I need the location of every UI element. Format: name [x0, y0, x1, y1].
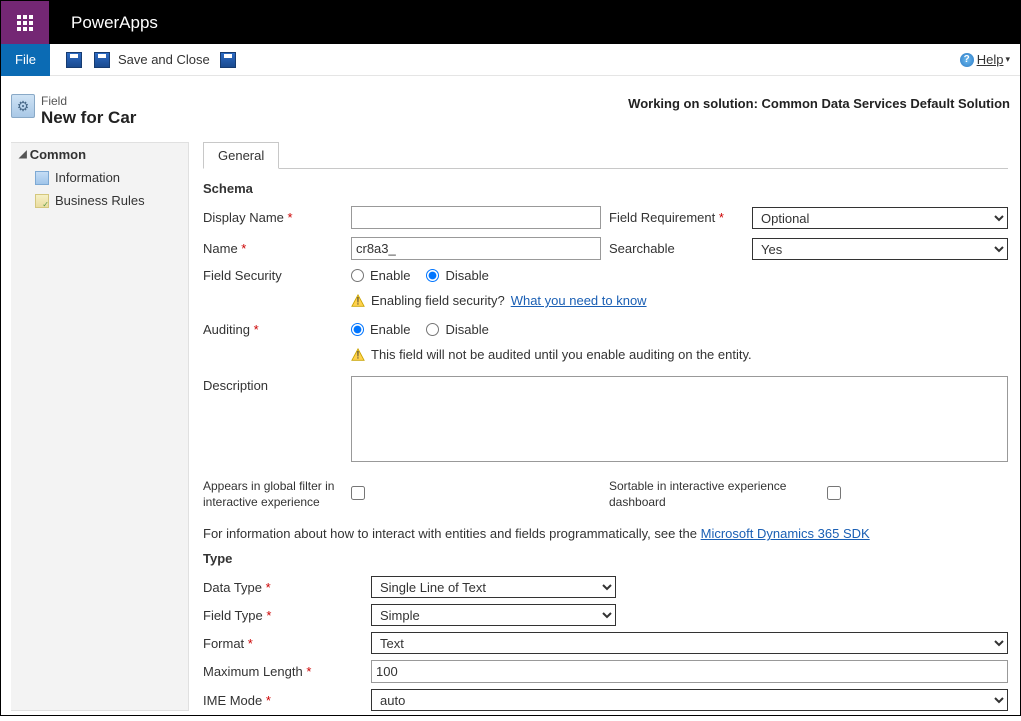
- max-length-label: Maximum Length: [203, 664, 363, 679]
- sdk-link[interactable]: Microsoft Dynamics 365 SDK: [701, 526, 870, 541]
- save-close-icon: [94, 52, 110, 68]
- field-type-label: Field Type: [203, 608, 363, 623]
- svg-text:!: !: [356, 295, 359, 307]
- sidebar-group-label: Common: [30, 147, 86, 162]
- auditing-enable-radio[interactable]: [351, 323, 364, 336]
- brand-label: PowerApps: [49, 13, 158, 33]
- display-name-input[interactable]: [351, 206, 601, 229]
- business-rules-icon: [35, 194, 49, 208]
- auditing-label: Auditing: [203, 322, 343, 337]
- security-learn-link[interactable]: What you need to know: [511, 293, 647, 308]
- ime-mode-label: IME Mode: [203, 693, 363, 708]
- searchable-select[interactable]: Yes: [752, 238, 1008, 260]
- sidebar-item-label: Business Rules: [55, 193, 145, 208]
- name-input[interactable]: [351, 237, 601, 260]
- header-category: Field: [41, 94, 136, 108]
- sdk-info-text: For information about how to interact wi…: [203, 526, 701, 541]
- save-close-label: Save and Close: [118, 52, 210, 67]
- field-requirement-select[interactable]: Optional: [752, 207, 1008, 229]
- data-type-label: Data Type: [203, 580, 363, 595]
- save-and-close-button[interactable]: Save and Close: [88, 52, 210, 68]
- tab-general[interactable]: General: [203, 142, 279, 169]
- field-security-disable-radio[interactable]: [426, 269, 439, 282]
- disable-label: Disable: [445, 268, 488, 283]
- data-type-select[interactable]: Single Line of Text: [371, 576, 616, 598]
- sidebar-item-information[interactable]: Information: [11, 166, 188, 189]
- solution-context: Working on solution: Common Data Service…: [628, 96, 1010, 111]
- schema-section-title: Schema: [203, 181, 1008, 196]
- disable-label: Disable: [445, 322, 488, 337]
- warning-icon: !: [351, 348, 365, 362]
- save-new-icon[interactable]: [220, 52, 236, 68]
- page-title: New for Car: [41, 108, 136, 128]
- file-button[interactable]: File: [1, 44, 50, 76]
- searchable-label: Searchable: [609, 241, 744, 256]
- save-icon[interactable]: [66, 52, 82, 68]
- help-icon: ?: [960, 53, 974, 67]
- ime-mode-select[interactable]: auto: [371, 689, 1008, 711]
- description-textarea[interactable]: [351, 376, 1008, 462]
- waffle-icon: [17, 15, 33, 31]
- max-length-input[interactable]: [371, 660, 1008, 683]
- sidebar-item-label: Information: [55, 170, 120, 185]
- type-section-title: Type: [203, 551, 1008, 566]
- field-security-label: Field Security: [203, 268, 343, 283]
- app-launcher-button[interactable]: [1, 1, 49, 44]
- sidebar-group-common[interactable]: ◢ Common: [11, 143, 188, 166]
- information-icon: [35, 171, 49, 185]
- appears-global-filter-checkbox[interactable]: [351, 486, 365, 500]
- description-label: Description: [203, 376, 343, 393]
- format-label: Format: [203, 636, 363, 651]
- format-select[interactable]: Text: [371, 632, 1008, 654]
- enable-label: Enable: [370, 268, 410, 283]
- field-gear-icon: [11, 94, 35, 118]
- svg-text:!: !: [356, 349, 359, 361]
- collapse-icon: ◢: [19, 149, 27, 160]
- warning-icon: !: [351, 294, 365, 308]
- field-requirement-label: Field Requirement: [609, 210, 744, 225]
- field-security-enable-radio[interactable]: [351, 269, 364, 282]
- audit-warning-text: This field will not be audited until you…: [371, 347, 752, 362]
- sidebar-item-business-rules[interactable]: Business Rules: [11, 189, 188, 212]
- security-warning-text: Enabling field security?: [371, 293, 505, 308]
- appears-global-filter-label: Appears in global filter in interactive …: [203, 479, 343, 510]
- chevron-down-icon: ▾: [1005, 54, 1010, 65]
- sortable-dashboard-checkbox[interactable]: [827, 486, 841, 500]
- field-type-select[interactable]: Simple: [371, 604, 616, 626]
- enable-label: Enable: [370, 322, 410, 337]
- help-button[interactable]: ? Help ▾: [960, 52, 1010, 67]
- sortable-dashboard-label: Sortable in interactive experience dashb…: [609, 479, 819, 510]
- help-label: Help: [977, 52, 1004, 67]
- name-label: Name: [203, 241, 343, 256]
- auditing-disable-radio[interactable]: [426, 323, 439, 336]
- sidebar: ◢ Common Information Business Rules: [11, 142, 189, 711]
- display-name-label: Display Name: [203, 210, 343, 225]
